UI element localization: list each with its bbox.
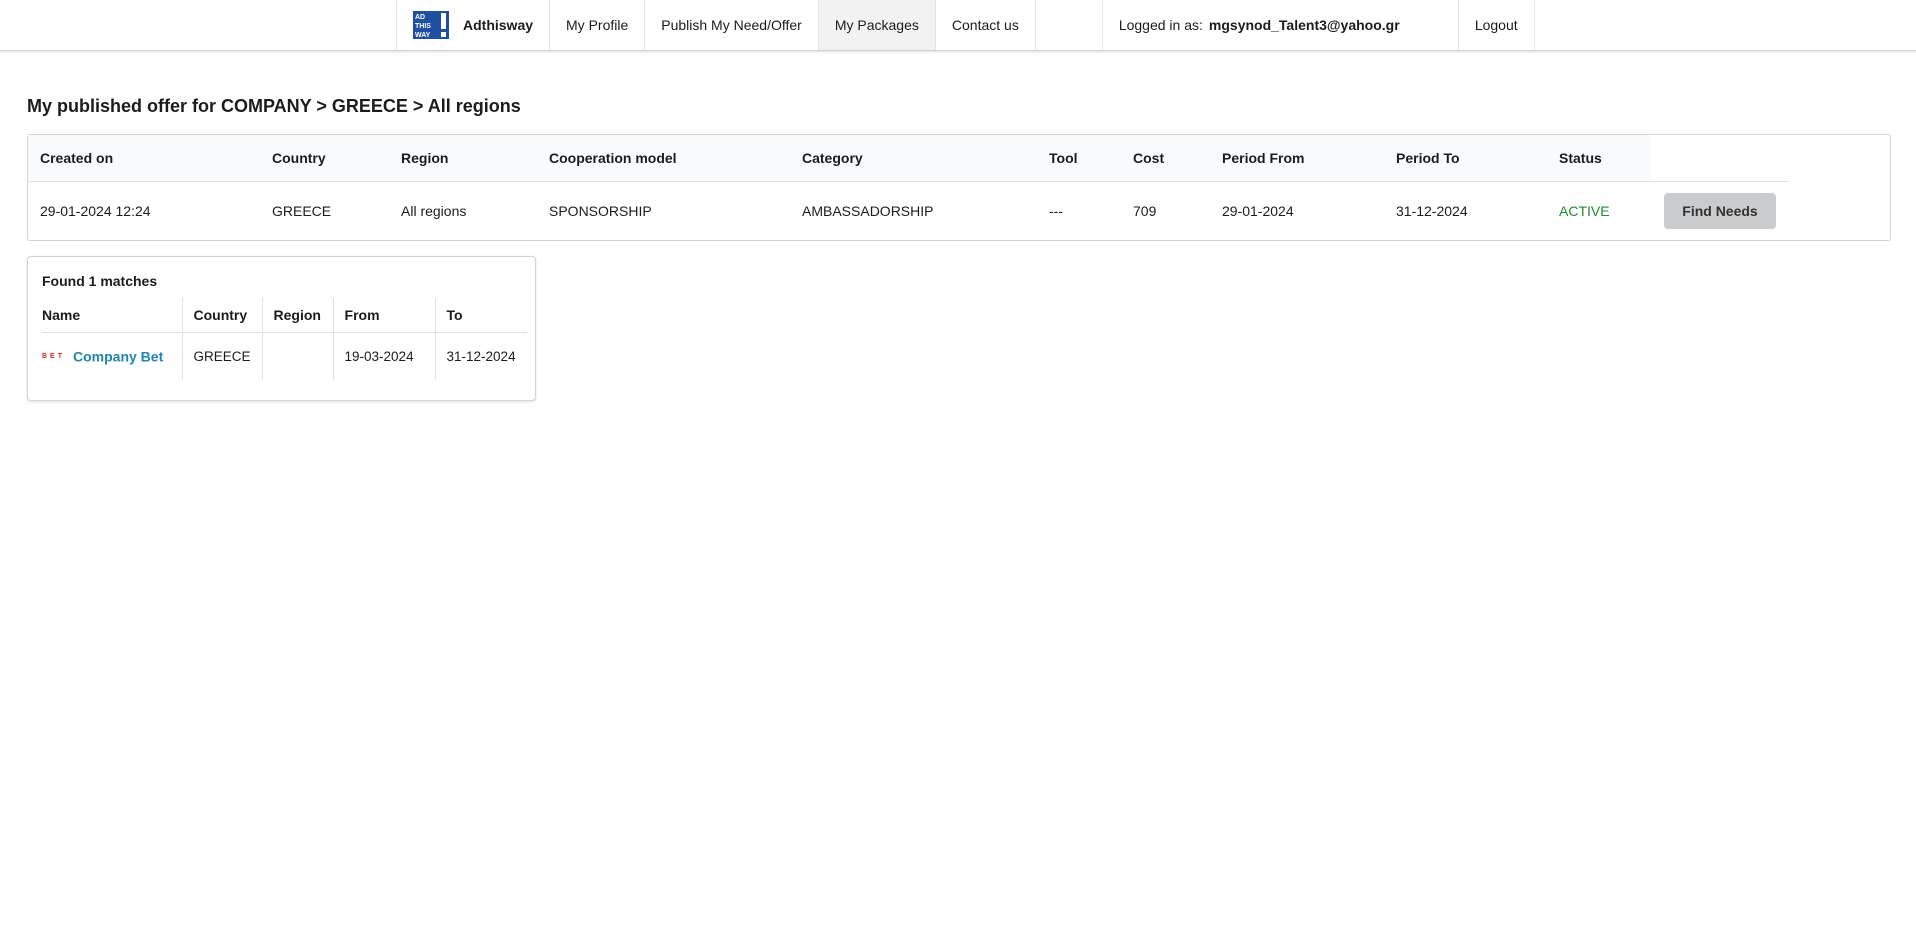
col-header-country: Country — [260, 135, 389, 182]
company-name-link[interactable]: Company Bet — [73, 348, 163, 364]
col-header-period-from: Period From — [1210, 135, 1384, 182]
col-header-tool: Tool — [1037, 135, 1121, 182]
col-header-status: Status — [1547, 135, 1652, 182]
matches-col-to: To — [435, 298, 527, 333]
matches-table: Name Country Region From To BET Company B… — [42, 298, 527, 380]
nav-publish-need-offer[interactable]: Publish My Need/Offer — [645, 0, 819, 50]
table-row: 29-01-2024 12:24 GREECE All regions SPON… — [28, 181, 1788, 240]
adthisway-logo: AD THIS WAY — [413, 11, 449, 39]
logged-in-label: Logged in as: — [1118, 17, 1203, 33]
offer-table: Created on Country Region Cooperation mo… — [28, 135, 1788, 240]
matches-col-name: Name — [42, 298, 183, 333]
cell-cost: 709 — [1133, 202, 1157, 219]
match-region-cell — [262, 332, 334, 380]
col-header-cooperation-model: Cooperation model — [537, 135, 790, 182]
nav-my-packages[interactable]: My Packages — [818, 0, 936, 50]
col-header-period-to: Period To — [1384, 135, 1547, 182]
cell-tool: --- — [1049, 202, 1063, 219]
cell-category: AMBASSADORSHIP — [802, 202, 934, 219]
matches-col-country: Country — [182, 298, 263, 333]
top-menu-bar: AD THIS WAY Adthisway My Profile Publish… — [0, 0, 1916, 51]
match-country-cell: GREECE — [182, 332, 263, 380]
nav-my-profile[interactable]: My Profile — [550, 0, 646, 50]
cell-cooperation-model: SPONSORSHIP — [549, 202, 652, 219]
col-header-created-on: Created on — [28, 135, 260, 182]
company-logo: BET — [42, 352, 65, 360]
col-header-category: Category — [790, 135, 1037, 182]
logged-in-email: mgsynod_Talent3@yahoo.gr — [1208, 17, 1400, 33]
col-header-action — [1652, 135, 1788, 182]
status-badge: ACTIVE — [1559, 202, 1610, 219]
table-row: BET Company Bet GREECE 19-03-2024 31-12-2… — [42, 332, 527, 380]
matches-col-region: Region — [262, 298, 334, 333]
col-header-region: Region — [389, 135, 537, 182]
matches-col-from: From — [333, 298, 436, 333]
svg-text:THIS: THIS — [415, 23, 431, 30]
brand-name: Adthisway — [463, 17, 534, 33]
cell-region: All regions — [401, 202, 467, 219]
svg-text:WAY: WAY — [415, 32, 431, 39]
col-header-cost: Cost — [1121, 135, 1210, 182]
brand-home-link[interactable]: AD THIS WAY Adthisway — [396, 0, 551, 50]
page-title: My published offer for COMPANY > GREECE … — [27, 96, 521, 116]
offer-table-header-row: Created on Country Region Cooperation mo… — [28, 135, 1788, 182]
match-name-cell: BET Company Bet — [42, 332, 183, 380]
cell-action: Find Needs — [1652, 181, 1788, 240]
matches-header-row: Name Country Region From To — [42, 298, 527, 333]
match-to-cell: 31-12-2024 — [446, 348, 516, 364]
cell-period-to: 31-12-2024 — [1396, 202, 1468, 219]
cell-country: GREECE — [272, 202, 332, 219]
offer-table-container: Created on Country Region Cooperation mo… — [27, 134, 1891, 241]
cell-period-from: 29-01-2024 — [1222, 202, 1294, 219]
svg-text:AD: AD — [415, 14, 425, 21]
logged-in-info: Logged in as: mgsynod_Talent3@yahoo.gr — [1103, 0, 1459, 50]
matches-count-title: Found 1 matches — [42, 273, 158, 289]
cell-created-on: 29-01-2024 12:24 — [40, 202, 151, 219]
matches-card: Found 1 matches Name Country Region From… — [27, 256, 536, 401]
nav-contact-us[interactable]: Contact us — [936, 0, 1036, 50]
match-from-cell: 19-03-2024 — [333, 332, 436, 380]
logout-link[interactable]: Logout — [1459, 0, 1535, 50]
find-needs-button[interactable]: Find Needs — [1664, 192, 1776, 229]
main-menu: AD THIS WAY Adthisway My Profile Publish… — [396, 0, 1535, 50]
nav-empty-item — [1036, 0, 1103, 50]
